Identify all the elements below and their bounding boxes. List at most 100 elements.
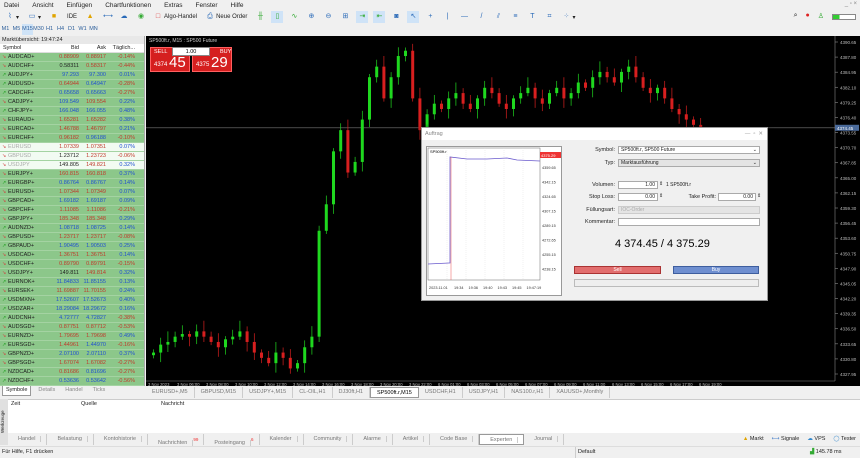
symbol-row[interactable]: ↗ USDMXN+ 17.52607 17.52673 0.40% [0, 296, 144, 305]
symbol-row[interactable]: ↗ GBPAUD+ 1.90495 1.90503 0.25% [0, 242, 144, 251]
take-profit-stepper[interactable]: ⇕ [757, 193, 761, 199]
column-header[interactable]: Täglich... [108, 44, 137, 53]
link-vps[interactable]: ☁ VPS [807, 436, 825, 442]
symbol-row[interactable]: ↗ NZDCHF+ 0.53636 0.53642 -0.56% [0, 377, 144, 386]
new-order-button[interactable]: ⎙ Neue Order [204, 11, 249, 23]
comment-input[interactable] [618, 218, 760, 226]
trendline-button[interactable]: / [475, 11, 487, 23]
chart-tab[interactable]: USDJPY+,M15 [243, 387, 294, 398]
menu-item-0[interactable]: Datei [4, 2, 19, 9]
mw-tab-handel[interactable]: Handel [62, 386, 85, 396]
toolbox-tab-9[interactable]: Code Base [430, 434, 480, 445]
column-header[interactable]: Symbol [0, 44, 53, 53]
link-tester[interactable]: ◯ Tester [833, 436, 856, 442]
zoom-out-button[interactable]: ⊖ [322, 11, 334, 23]
volume-stepper[interactable]: ⇕ [659, 181, 663, 187]
timeframe-MN[interactable]: MN [88, 24, 99, 35]
symbol-row[interactable]: ↘ USDJPY+ 149.811 149.814 0.32% [0, 269, 144, 278]
text-button[interactable]: T [526, 11, 538, 23]
toolbox-side-label[interactable]: Werkzeuge [0, 399, 8, 445]
symbol-row[interactable]: ↘ USDCHF+ 0.89790 0.89791 -0.15% [0, 260, 144, 269]
timeframe-H1[interactable]: H1 [44, 24, 55, 35]
zoom-in-button[interactable]: ⊕ [305, 11, 317, 23]
toolbox-tab-11[interactable]: Journal [524, 434, 565, 445]
toolbox-tab-3[interactable]: Nachrichten99 [148, 434, 205, 446]
vps-button[interactable]: ☁ [118, 11, 130, 23]
toolbox-tab-0[interactable]: Handel [8, 434, 48, 445]
chart-tab[interactable]: NAS100.r,H1 [505, 387, 551, 398]
hline-button[interactable]: — [458, 11, 470, 23]
search-icon[interactable]: ⌕ [794, 12, 798, 20]
cursor-button[interactable]: ↖ [407, 11, 420, 23]
symbol-row[interactable]: ↘ GBPUSD 1.23712 1.23723 -0.06% [0, 152, 144, 161]
line-chart-button[interactable]: ∿ [288, 11, 300, 23]
chart-tab[interactable]: USDJPY,H1 [463, 387, 506, 398]
timeframe-W1[interactable]: W1 [77, 24, 88, 35]
new-chart-button[interactable]: ⌇ ▾ [4, 11, 21, 23]
symbol-row[interactable]: ↘ GBPCHF+ 1.11085 1.11086 -0.21% [0, 206, 144, 215]
symbol-row[interactable]: ↘ EURJPY+ 160.815 160.818 0.37% [0, 170, 144, 179]
crosshair-button[interactable]: + [424, 11, 436, 23]
chart-tab[interactable]: CL-OIL,H1 [293, 387, 333, 398]
symbol-row[interactable]: ↗ AUDNZD+ 1.08718 1.08725 0.14% [0, 224, 144, 233]
toolbox-tab-4[interactable]: Posteingang6 [204, 434, 260, 446]
symbol-row[interactable]: ↗ CHFJPY+ 166.048 166.055 0.48% [0, 107, 144, 116]
symbol-row[interactable]: ↗ AUDUSD+ 0.64944 0.64947 -0.28% [0, 80, 144, 89]
chart-tab[interactable]: DJ30ft,H1 [333, 387, 370, 398]
dialog-close-button[interactable]: — ▫ ✕ [745, 128, 763, 140]
timeframe-M15[interactable]: M15 [22, 24, 33, 35]
symbol-row[interactable]: ↗ AUDCNH+ 4.72777 4.72827 -0.38% [0, 314, 144, 323]
timeframe-M5[interactable]: M5 [11, 24, 22, 35]
symbol-row[interactable]: ↘ GBPSGD+ 1.67074 1.67082 -0.27% [0, 359, 144, 368]
col-source[interactable]: Quelle [81, 400, 161, 409]
money-button[interactable]: ■ [48, 11, 60, 23]
symbol-row[interactable]: ↘ EURSEK+ 11.69887 11.70155 0.24% [0, 287, 144, 296]
symbol-row[interactable]: ↘ GBPCAD+ 1.69182 1.69187 0.09% [0, 197, 144, 206]
symbol-row[interactable]: ↘ GBPNZD+ 2.07100 2.07110 0.37% [0, 350, 144, 359]
profiles-button[interactable]: ▭ ▾ [26, 11, 43, 23]
signals-button[interactable]: ⟷ [101, 11, 113, 23]
bar-chart-button[interactable]: ╫ [254, 11, 266, 23]
symbol-row[interactable]: ↘ AUDCHF+ 0.58311 0.58317 -0.44% [0, 62, 144, 71]
toolbox-tab-8[interactable]: Artikel [393, 434, 431, 445]
timeframe-D1[interactable]: D1 [66, 24, 77, 35]
link-signale[interactable]: ⟷ Signale [772, 436, 800, 442]
chart-tab[interactable]: USDCHF,H1 [419, 387, 463, 398]
col-message[interactable]: Nachricht [161, 400, 184, 409]
symbol-row[interactable]: ↗ EURGBP+ 0.86764 0.86767 0.14% [0, 179, 144, 188]
notification-icon[interactable]: ● [805, 12, 809, 20]
symbol-row[interactable]: ↗ AUDJPY+ 97.293 97.300 0.01% [0, 71, 144, 80]
market-button[interactable]: ◉ [135, 11, 147, 23]
symbol-row[interactable]: ↘ AUDSGD+ 0.87751 0.87712 -0.53% [0, 323, 144, 332]
menu-item-4[interactable]: Extras [164, 2, 182, 9]
menu-item-2[interactable]: Einfügen [67, 2, 93, 9]
candle-chart-button[interactable]: ▯ [271, 11, 284, 23]
stop-loss-input[interactable]: 0.00 [618, 193, 658, 201]
chart-tab[interactable]: XAUUSD+,Monthly [550, 387, 611, 398]
timeframe-M30[interactable]: M30 [33, 24, 44, 35]
dialog-buy-button[interactable]: Buy [673, 266, 759, 274]
screenshot-button[interactable]: ◙ [390, 11, 402, 23]
symbol-row[interactable]: ↘ EURCAD+ 1.46788 1.46797 0.21% [0, 125, 144, 134]
chart-tab[interactable]: SP500ft.r,M15 [369, 387, 419, 398]
timeframe-M1[interactable]: M1 [0, 24, 11, 35]
symbol-row[interactable]: ↗ EURNOK+ 11.84833 11.85155 0.13% [0, 278, 144, 287]
timeframe-H4[interactable]: H4 [55, 24, 66, 35]
symbol-row[interactable]: ↘ EURCHF+ 0.96182 0.96188 -0.10% [0, 134, 144, 143]
toolbox-tab-1[interactable]: Belastung [47, 434, 94, 445]
symbol-row[interactable]: ↗ USDZAR+ 18.29084 18.29672 0.16% [0, 305, 144, 314]
channel-button[interactable]: ⫽ [492, 11, 504, 23]
mw-tab-ticks[interactable]: Ticks [90, 386, 109, 396]
mw-tab-details[interactable]: Details [35, 386, 58, 396]
chart-tab[interactable]: EURUSD+,M5 [146, 387, 195, 398]
toolbox-tab-5[interactable]: Kalender [260, 434, 304, 445]
ide-button[interactable]: IDE [65, 11, 79, 23]
symbol-row[interactable]: ↘ GBPUSD+ 1.23717 1.23717 -0.08% [0, 233, 144, 242]
lock-button[interactable]: ▲ [84, 11, 96, 23]
link-markt[interactable]: ▲ Markt [743, 436, 764, 442]
stop-loss-stepper[interactable]: ⇕ [659, 193, 663, 199]
symbol-row[interactable]: ↗ CADCHF+ 0.65658 0.65663 -0.27% [0, 89, 144, 98]
symbol-row[interactable]: ↗ NZDCAD+ 0.81686 0.81696 -0.27% [0, 368, 144, 377]
symbol-row[interactable]: ↘ GBPJPY+ 185.348 185.348 0.29% [0, 215, 144, 224]
take-profit-input[interactable]: 0.00 [718, 193, 756, 201]
